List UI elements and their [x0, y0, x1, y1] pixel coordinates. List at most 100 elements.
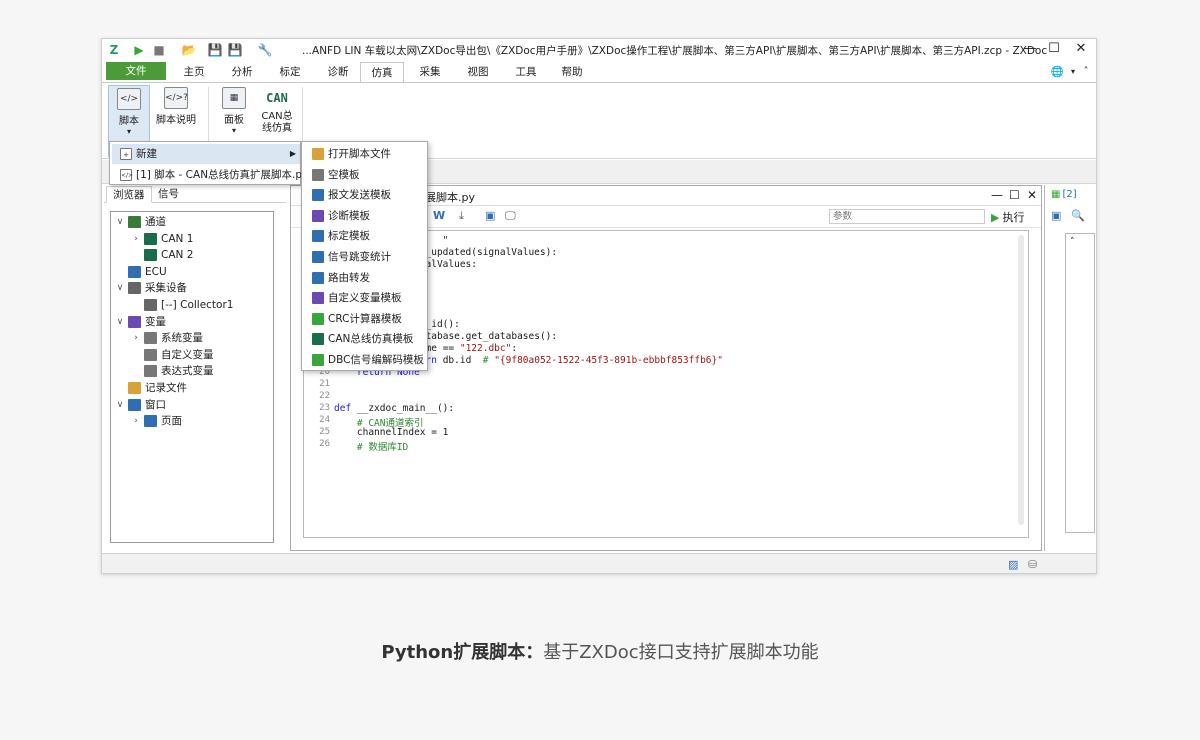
run-icon[interactable]: ▶: [132, 42, 146, 58]
template-menu-item[interactable]: 打开脚本文件: [304, 144, 426, 164]
edit-icon[interactable]: ▨: [1008, 558, 1018, 571]
script-file-icon: </>: [120, 169, 133, 181]
tab-simulation[interactable]: 仿真: [360, 62, 404, 83]
code-line[interactable]: def __zxdoc_main__():: [334, 403, 454, 414]
editor-title: 展脚本.py: [425, 191, 475, 204]
database-icon[interactable]: ⛁: [1028, 558, 1037, 571]
editor-maximize-button[interactable]: ☐: [1009, 188, 1020, 202]
template-menu-item[interactable]: 诊断模板: [304, 206, 426, 226]
browser-panel: 浏览器 信号 ∨ 通道 › CAN 1 CAN 2 ECU ∨ 采集设备 [--] Collec…: [104, 185, 286, 547]
tree-item[interactable]: 自定义变量: [131, 347, 214, 363]
tab-diagnosis[interactable]: 诊断: [320, 62, 356, 82]
tab-calibration[interactable]: 标定: [272, 62, 308, 82]
tab-acquisition[interactable]: 采集: [412, 62, 448, 82]
tab-signal[interactable]: 信号: [152, 186, 185, 203]
tab-help[interactable]: 帮助: [554, 62, 590, 82]
tree-item-label: CAN 2: [161, 249, 194, 262]
expand-toggle-icon[interactable]: ›: [131, 330, 141, 346]
import-icon[interactable]: ⤓: [459, 209, 464, 223]
tree-item[interactable]: ∨ 采集设备: [115, 280, 187, 296]
script-help-icon: </>?: [164, 87, 188, 109]
search-icon[interactable]: 🔍: [1071, 209, 1085, 222]
template-menu-item[interactable]: 空模板: [304, 165, 426, 185]
tree-item[interactable]: ECU: [115, 264, 167, 280]
tab-analysis[interactable]: 分析: [224, 62, 260, 82]
close-button[interactable]: ✕: [1072, 41, 1090, 57]
expand-toggle-icon[interactable]: ›: [131, 413, 141, 429]
tree-item-label: 系统变量: [161, 332, 203, 345]
tree-item[interactable]: › 页面: [131, 413, 182, 429]
tree-item[interactable]: 表达式变量: [131, 363, 214, 379]
template-menu-item[interactable]: CRC计算器模板: [304, 309, 426, 329]
line-number: 25: [319, 427, 330, 437]
image-icon[interactable]: ▣: [1051, 209, 1061, 222]
save-icon[interactable]: 💾: [208, 42, 223, 58]
expand-toggle-icon[interactable]: ›: [131, 231, 141, 247]
template-menu-item[interactable]: CAN总线仿真模板: [304, 329, 426, 349]
line-number: 22: [319, 391, 330, 401]
tree-item-label: 窗口: [145, 398, 166, 411]
open-folder-icon[interactable]: 📂: [180, 42, 198, 58]
signal-icon[interactable]: W: [433, 209, 445, 222]
maximize-button[interactable]: ☐: [1045, 41, 1063, 57]
tree-item[interactable]: › CAN 1: [131, 231, 193, 247]
crc-icon: [312, 312, 324, 325]
code-line[interactable]: # 数据库ID: [334, 439, 408, 453]
line-number: 21: [319, 379, 330, 389]
editor-close-button[interactable]: ✕: [1027, 188, 1037, 202]
collector-icon: [144, 299, 157, 311]
tab-file[interactable]: 文件: [106, 62, 166, 80]
editor-minimize-button[interactable]: —: [991, 188, 1003, 202]
menu-item-recent[interactable]: </> [1] 脚本 - CAN总线仿真扩展脚本.py: [112, 165, 308, 185]
code-line[interactable]: channelIndex = 1: [334, 427, 449, 438]
tree-item-label: 表达式变量: [161, 365, 214, 378]
template-menu-label: 路由转发: [328, 271, 370, 284]
expand-toggle-icon[interactable]: ∨: [115, 397, 125, 413]
tree-item[interactable]: › 系统变量: [131, 330, 203, 346]
tab-home[interactable]: 主页: [176, 62, 212, 82]
template-menu-label: 报文发送模板: [328, 189, 391, 202]
param-input[interactable]: [829, 209, 985, 224]
tree-item[interactable]: ∨ 窗口: [115, 397, 166, 413]
vertical-scrollbar[interactable]: [1018, 235, 1024, 525]
window-icon[interactable]: ▣: [485, 209, 495, 222]
right-panel: ▦ [2] ▣ 🔍 ˄: [1044, 185, 1096, 551]
wrench-icon[interactable]: 🔧: [258, 42, 273, 58]
stop-icon[interactable]: ■: [152, 42, 166, 58]
caption: Python扩展脚本：基于ZXDoc接口支持扩展脚本功能: [0, 638, 1200, 664]
template-menu-item[interactable]: 报文发送模板: [304, 185, 426, 205]
script-label: 脚本: [119, 116, 139, 127]
template-menu-label: 空模板: [328, 168, 360, 181]
expand-toggle-icon[interactable]: ∨: [115, 314, 125, 330]
tab-tools[interactable]: 工具: [508, 62, 544, 82]
expand-toggle-icon[interactable]: ∨: [115, 280, 125, 296]
folder-icon: [128, 382, 141, 394]
tree-item[interactable]: ∨ 变量: [115, 314, 166, 330]
tree-item[interactable]: ∨ 通道: [115, 214, 166, 230]
globe-icon[interactable]: 🌐: [1048, 62, 1066, 82]
template-menu-item[interactable]: 信号跳变统计: [304, 247, 426, 267]
tree-item[interactable]: 记录文件: [115, 380, 187, 396]
monitor-icon[interactable]: 🖵: [505, 209, 516, 223]
menu-item-recent-label: [1] 脚本 - CAN总线仿真扩展脚本.py: [136, 169, 309, 181]
template-menu-item[interactable]: 自定义变量模板: [304, 288, 426, 308]
expand-toggle-icon[interactable]: ∨: [115, 214, 125, 230]
collapse-icon[interactable]: ˄: [1070, 237, 1075, 247]
save-all-icon[interactable]: 💾: [228, 42, 243, 58]
run-button[interactable]: ▶ 执行: [991, 209, 1024, 225]
blank-template-icon: [312, 168, 324, 181]
collapse-ribbon-icon[interactable]: ˄: [1080, 62, 1092, 82]
template-menu-item[interactable]: DBC信号编解码模板: [304, 350, 426, 370]
template-menu-item[interactable]: 路由转发: [304, 268, 426, 288]
template-menu-item[interactable]: 标定模板: [304, 226, 426, 246]
right-panel-tab[interactable]: ▦ [2]: [1051, 189, 1077, 200]
tree-item[interactable]: [--] Collector1: [131, 297, 233, 313]
tab-browser[interactable]: 浏览器: [106, 186, 152, 203]
minimize-button[interactable]: —: [1021, 41, 1039, 57]
tree-item[interactable]: CAN 2: [131, 247, 193, 263]
chevron-down-icon[interactable]: ▾: [1068, 62, 1078, 82]
tab-view[interactable]: 视图: [460, 62, 496, 82]
template-menu-label: 诊断模板: [328, 209, 370, 222]
menu-item-new[interactable]: + 新建 ▶: [112, 144, 300, 164]
ecu-icon: [128, 265, 141, 278]
